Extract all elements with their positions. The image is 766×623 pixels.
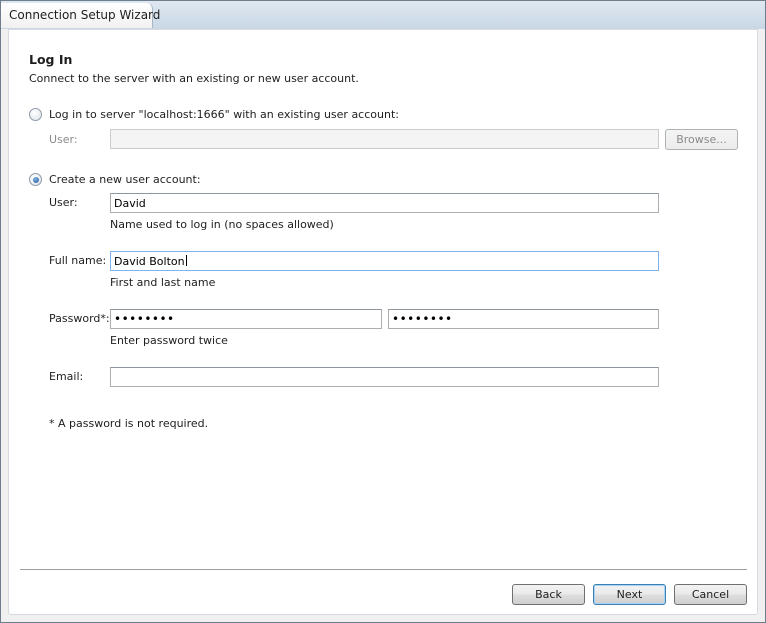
password-confirm-value: ••••••••	[392, 312, 453, 326]
new-account-label: Create a new user account:	[49, 173, 201, 186]
back-button[interactable]: Back	[512, 584, 585, 605]
email-input[interactable]	[110, 367, 659, 387]
email-label: Email:	[49, 370, 84, 383]
page-title: Log In	[29, 52, 73, 67]
footer-divider	[20, 569, 747, 571]
existing-account-label: Log in to server "localhost:1666" with a…	[49, 108, 399, 121]
text-caret	[185, 255, 187, 266]
password-confirm-input[interactable]: ••••••••	[388, 309, 659, 329]
wizard-page: Log In Connect to the server with an exi…	[8, 29, 758, 615]
password-input[interactable]: ••••••••	[110, 309, 382, 329]
new-account-radio[interactable]	[29, 173, 42, 186]
new-account-option[interactable]: Create a new user account:	[29, 173, 201, 186]
password-value: ••••••••	[114, 312, 175, 326]
fullname-hint: First and last name	[110, 276, 216, 289]
fullname-label: Full name:	[49, 254, 107, 267]
user-hint: Name used to log in (no spaces allowed)	[110, 218, 334, 231]
existing-user-input[interactable]	[110, 129, 659, 149]
next-button[interactable]: Next	[593, 584, 666, 605]
existing-account-radio[interactable]	[29, 108, 42, 121]
password-label: Password*:	[49, 312, 110, 325]
window-title: Connection Setup Wizard	[1, 3, 160, 28]
new-user-input[interactable]: David	[110, 193, 659, 213]
page-subtitle: Connect to the server with an existing o…	[29, 72, 359, 85]
existing-account-option[interactable]: Log in to server "localhost:1666" with a…	[29, 108, 399, 121]
fullname-input[interactable]: David Bolton	[110, 251, 659, 271]
title-bar: Connection Setup Wizard	[1, 1, 765, 29]
browse-button[interactable]: Browse...	[665, 129, 738, 150]
wizard-window: Connection Setup Wizard Log In Connect t…	[0, 0, 766, 623]
password-hint: Enter password twice	[110, 334, 228, 347]
cancel-button[interactable]: Cancel	[674, 584, 747, 605]
password-footnote: * A password is not required.	[49, 417, 209, 430]
new-user-value: David	[114, 197, 146, 210]
existing-user-label: User:	[49, 133, 78, 146]
new-user-label: User:	[49, 196, 78, 209]
fullname-value: David Bolton	[114, 255, 185, 268]
